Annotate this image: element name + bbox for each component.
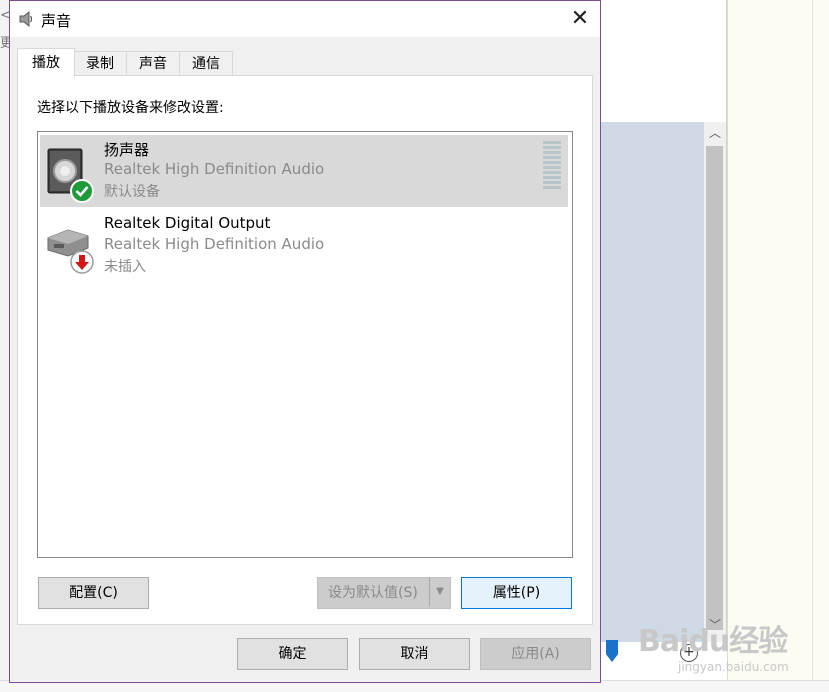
- background-side-panel: [727, 0, 829, 691]
- properties-button[interactable]: 属性(P): [461, 577, 572, 609]
- device-name: 扬声器: [104, 141, 150, 159]
- set-default-label: 设为默认值(S): [328, 585, 418, 601]
- device-status: 默认设备: [104, 184, 160, 200]
- window-title: 声音: [41, 12, 72, 30]
- sound-dialog: 声音 ✕ 播放 录制 声音 通信 选择以下播放设备来修改设置: 扬声器 Real…: [9, 0, 601, 683]
- cancel-button[interactable]: 取消: [359, 638, 470, 670]
- device-row-digital-output[interactable]: Realtek Digital Output Realtek High Defi…: [40, 210, 568, 282]
- device-list[interactable]: 扬声器 Realtek High Definition Audio 默认设备 R…: [37, 131, 573, 558]
- background-content-area: [600, 122, 704, 642]
- tab-playback[interactable]: 播放: [17, 48, 75, 77]
- device-description: Realtek High Definition Audio: [104, 160, 325, 178]
- set-default-button[interactable]: 设为默认值(S) ▼: [317, 577, 451, 609]
- tab-communications[interactable]: 通信: [179, 51, 233, 76]
- digital-output-icon: [47, 229, 94, 274]
- volume-level-meter: [543, 141, 561, 189]
- ok-button[interactable]: 确定: [237, 638, 348, 670]
- instruction-text: 选择以下播放设备来修改设置:: [37, 100, 224, 116]
- background-scrollbar[interactable]: ︿ ﹀: [704, 122, 726, 642]
- scroll-up-icon[interactable]: ︿: [704, 124, 726, 144]
- playback-panel: 选择以下播放设备来修改设置: 扬声器 Realtek High Definiti…: [17, 75, 593, 625]
- close-icon[interactable]: ✕: [568, 7, 592, 31]
- configure-button[interactable]: 配置(C): [38, 577, 149, 609]
- watermark: Baidu经验 jingyan.baidu.com: [638, 624, 789, 674]
- speaker-icon: [47, 148, 94, 203]
- tab-sounds[interactable]: 声音: [126, 51, 180, 76]
- chevron-down-icon[interactable]: ▼: [429, 578, 450, 606]
- scroll-thumb[interactable]: [706, 146, 723, 630]
- tab-recording[interactable]: 录制: [73, 51, 127, 76]
- apply-button[interactable]: 应用(A): [480, 638, 591, 670]
- default-check-icon: [70, 179, 94, 203]
- device-status: 未插入: [104, 259, 146, 275]
- title-bar[interactable]: 声音 ✕: [10, 1, 600, 37]
- map-marker-icon[interactable]: [606, 640, 618, 662]
- speaker-icon: [19, 10, 33, 28]
- device-row-speakers[interactable]: 扬声器 Realtek High Definition Audio 默认设备: [40, 135, 568, 207]
- unplugged-arrow-icon: [70, 250, 94, 274]
- device-name: Realtek Digital Output: [104, 214, 271, 232]
- device-description: Realtek High Definition Audio: [104, 235, 325, 253]
